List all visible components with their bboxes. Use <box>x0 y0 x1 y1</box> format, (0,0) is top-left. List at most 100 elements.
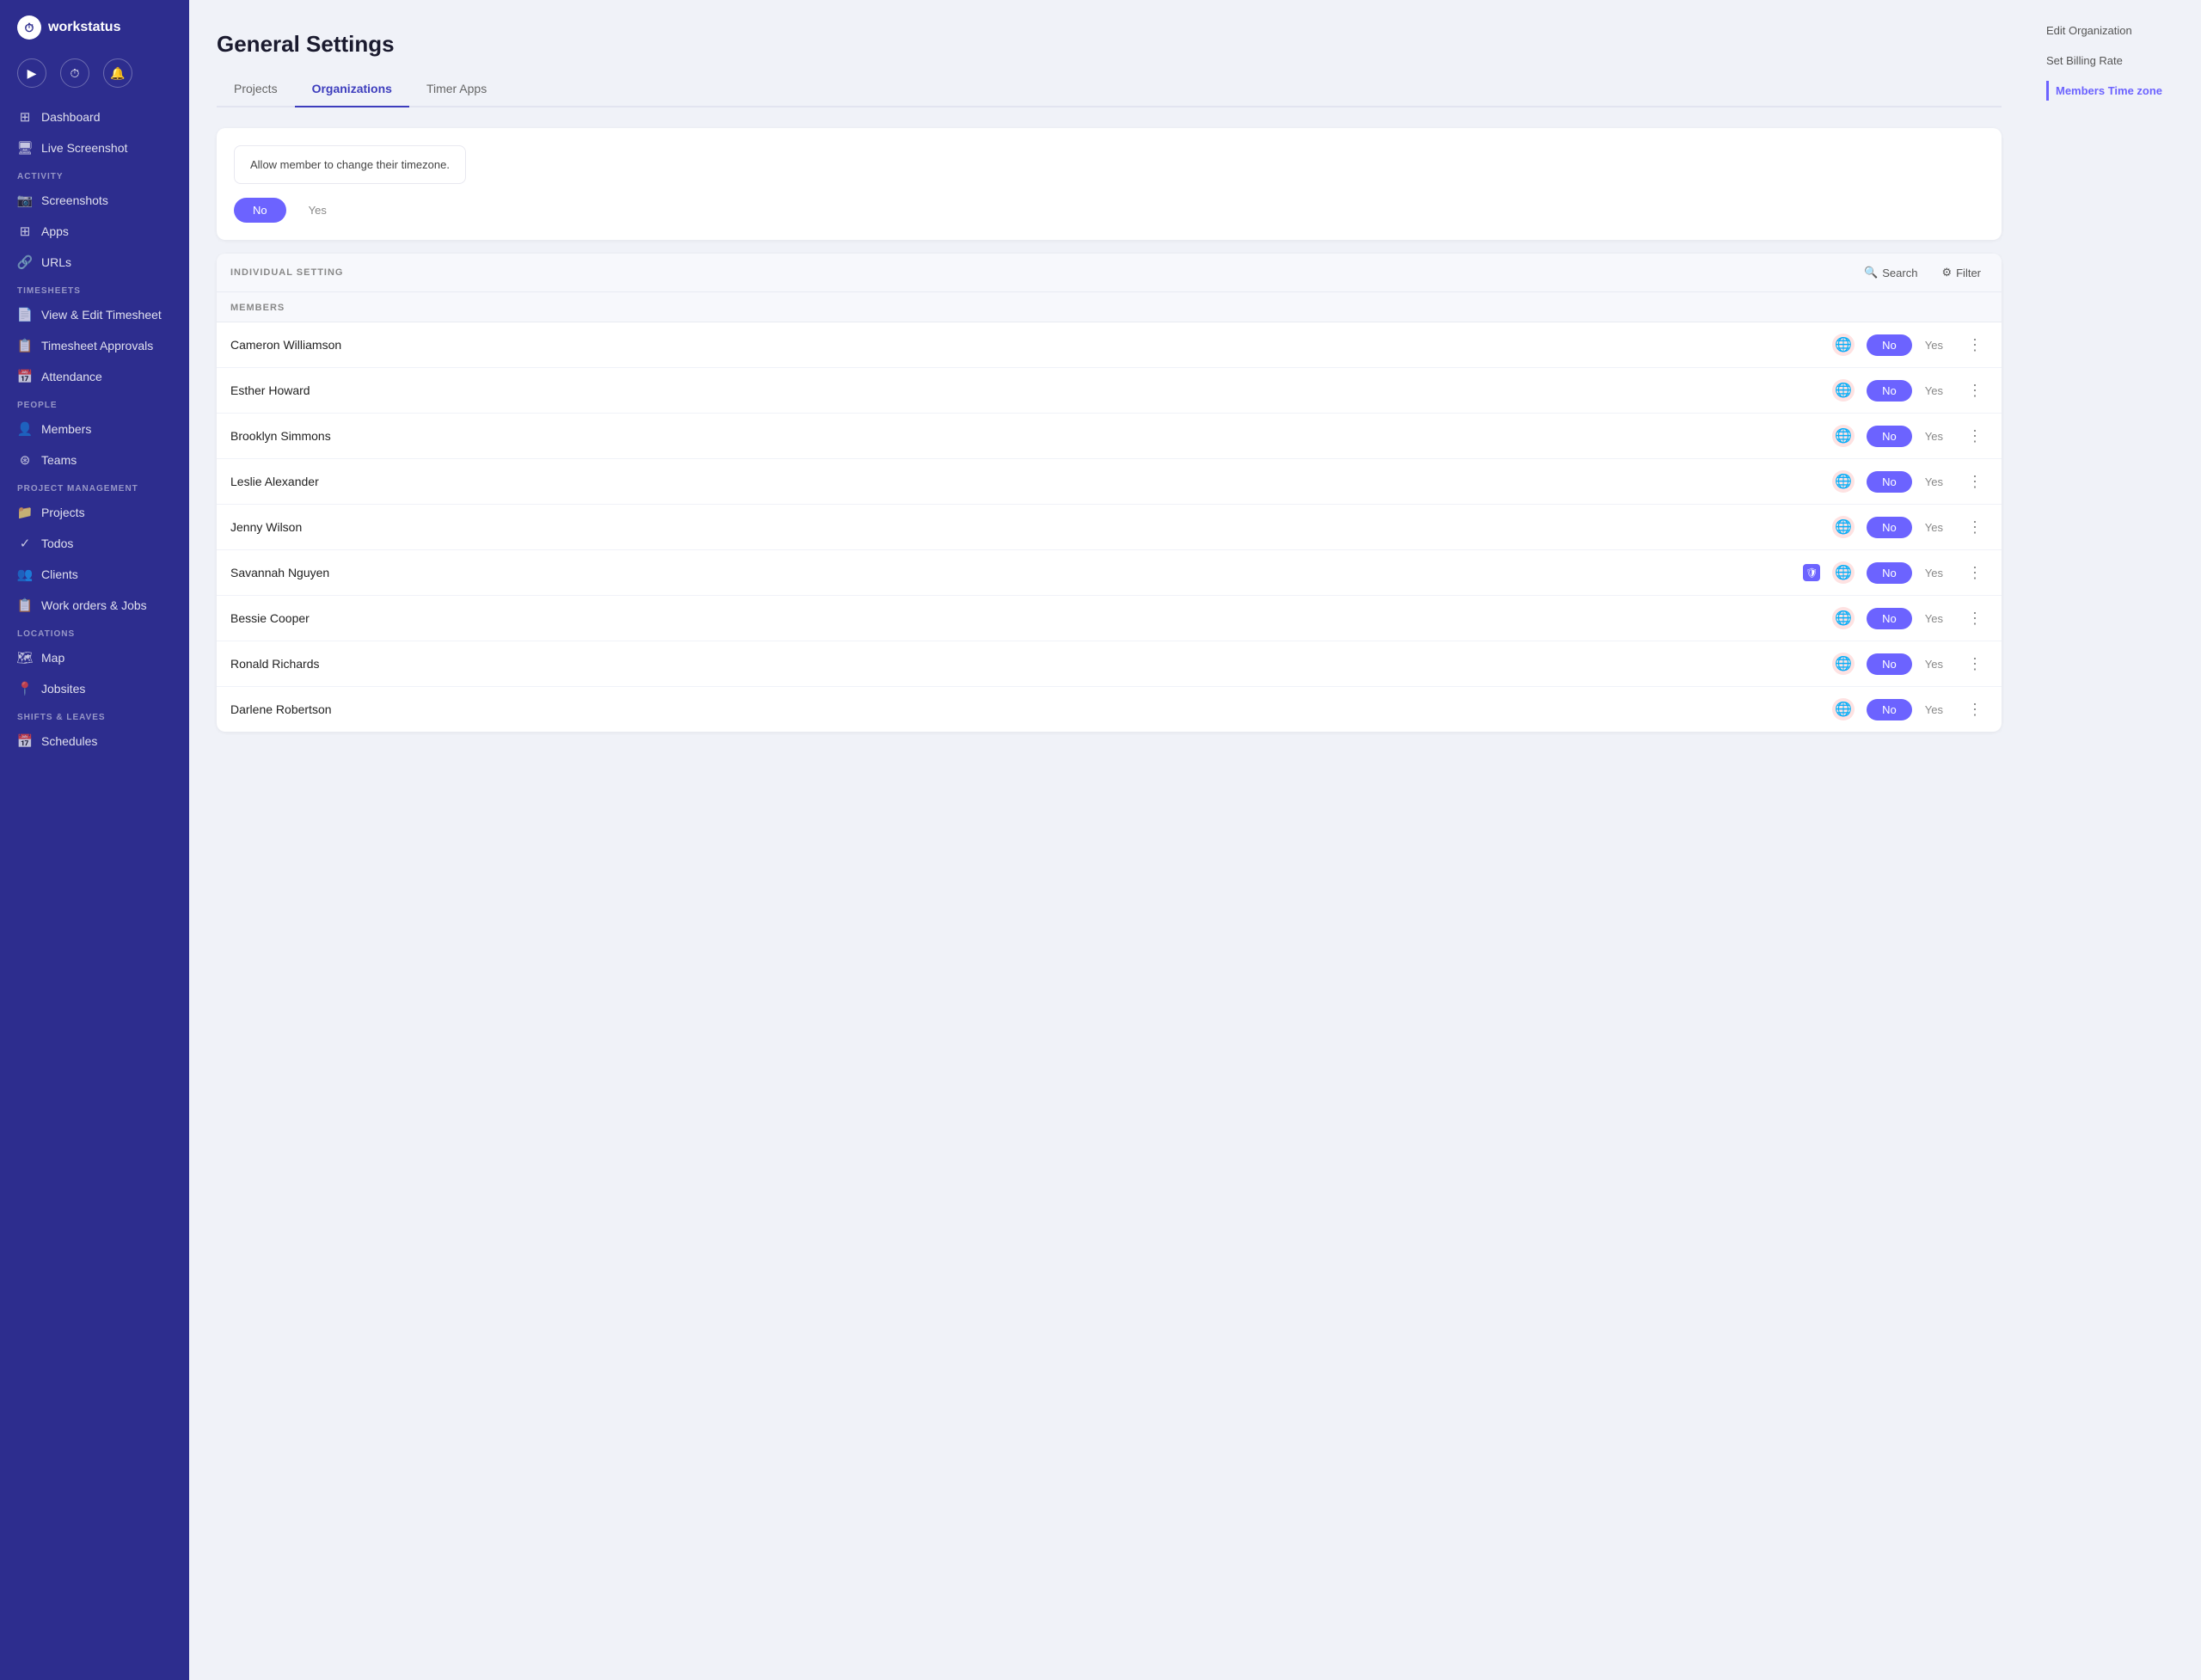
member-yes-toggle[interactable]: Yes <box>1915 699 1953 720</box>
member-toggle: No Yes <box>1867 699 1953 720</box>
tabs: Projects Organizations Timer Apps <box>217 75 2002 107</box>
sidebar-item-apps[interactable]: ⊞ Apps <box>0 216 189 247</box>
tab-organizations[interactable]: Organizations <box>295 75 409 107</box>
member-no-toggle[interactable]: No <box>1867 517 1912 538</box>
member-more-btn[interactable]: ⋮ <box>1962 471 1988 493</box>
sidebar-label-teams: Teams <box>41 453 77 467</box>
sidebar-label-apps: Apps <box>41 224 69 238</box>
member-toggle: No Yes <box>1867 517 1953 538</box>
sidebar-item-todos[interactable]: ✓ Todos <box>0 528 189 559</box>
member-more-btn[interactable]: ⋮ <box>1962 608 1988 629</box>
sidebar-item-teams[interactable]: ⊛ Teams <box>0 445 189 475</box>
member-name: Brooklyn Simmons <box>230 429 1824 443</box>
section-label-project-management: PROJECT MANAGEMENT <box>0 475 189 497</box>
sidebar: ⏱ workstatus ▶ ⏱ 🔔 ⊞ Dashboard 🖥 Live Sc… <box>0 0 189 1680</box>
sidebar-label-work-orders: Work orders & Jobs <box>41 598 147 612</box>
table-row: Jenny Wilson 🌐 No Yes ⋮ <box>217 505 2002 550</box>
sidebar-item-jobsites[interactable]: 📍 Jobsites <box>0 673 189 704</box>
member-more-btn[interactable]: ⋮ <box>1962 380 1988 402</box>
section-label-shifts-leaves: SHIFTS & LEAVES <box>0 704 189 726</box>
sidebar-label-view-edit-timesheet: View & Edit Timesheet <box>41 308 162 322</box>
member-yes-toggle[interactable]: Yes <box>1915 517 1953 538</box>
member-toggle: No Yes <box>1867 471 1953 493</box>
timesheet-approvals-icon: 📋 <box>17 338 33 353</box>
sidebar-item-work-orders[interactable]: 📋 Work orders & Jobs <box>0 590 189 621</box>
sidebar-item-live-screenshot[interactable]: 🖥 Live Screenshot <box>0 132 189 163</box>
member-yes-toggle[interactable]: Yes <box>1915 334 1953 356</box>
member-no-toggle[interactable]: No <box>1867 380 1912 402</box>
member-toggle: No Yes <box>1867 426 1953 447</box>
member-no-toggle[interactable]: No <box>1867 426 1912 447</box>
sidebar-item-attendance[interactable]: 📅 Attendance <box>0 361 189 392</box>
sidebar-item-view-edit-timesheet[interactable]: 📄 View & Edit Timesheet <box>0 299 189 330</box>
globe-icon: 🌐 <box>1832 516 1855 538</box>
app-logo: ⏱ workstatus <box>0 0 189 55</box>
member-yes-toggle[interactable]: Yes <box>1915 653 1953 675</box>
member-more-btn[interactable]: ⋮ <box>1962 653 1988 675</box>
member-more-btn[interactable]: ⋮ <box>1962 562 1988 584</box>
member-more-btn[interactable]: ⋮ <box>1962 426 1988 447</box>
sidebar-item-projects[interactable]: 📁 Projects <box>0 497 189 528</box>
globe-icon: 🌐 <box>1832 334 1855 356</box>
tab-projects[interactable]: Projects <box>217 75 295 107</box>
member-toggle: No Yes <box>1867 653 1953 675</box>
table-row: Savannah Nguyen 🛡 🌐 No Yes ⋮ <box>217 550 2002 596</box>
filter-label: Filter <box>1956 267 1981 279</box>
sidebar-item-map[interactable]: 🗺 Map <box>0 642 189 673</box>
toggle-yes-btn[interactable]: Yes <box>290 198 346 223</box>
work-orders-icon: 📋 <box>17 598 33 613</box>
schedules-icon: 📅 <box>17 733 33 749</box>
sidebar-item-schedules[interactable]: 📅 Schedules <box>0 726 189 757</box>
sidebar-item-screenshots[interactable]: 📷 Screenshots <box>0 185 189 216</box>
table-header: INDIVIDUAL SETTING 🔍 Search ⚙ Filter <box>217 254 2002 292</box>
section-label-activity: ACTIVITY <box>0 163 189 185</box>
member-no-toggle[interactable]: No <box>1867 699 1912 720</box>
sidebar-item-dashboard[interactable]: ⊞ Dashboard <box>0 101 189 132</box>
search-button[interactable]: 🔍 Search <box>1857 262 1924 283</box>
member-name: Bessie Cooper <box>230 611 1824 625</box>
bell-icon-btn[interactable]: 🔔 <box>103 58 132 88</box>
toggle-no-btn[interactable]: No <box>234 198 286 223</box>
member-yes-toggle[interactable]: Yes <box>1915 471 1953 493</box>
play-icon-btn[interactable]: ▶ <box>17 58 46 88</box>
sidebar-label-jobsites: Jobsites <box>41 682 85 696</box>
sidebar-item-clients[interactable]: 👥 Clients <box>0 559 189 590</box>
member-yes-toggle[interactable]: Yes <box>1915 562 1953 584</box>
member-yes-toggle[interactable]: Yes <box>1915 380 1953 402</box>
search-label: Search <box>1882 267 1917 279</box>
sidebar-label-urls: URLs <box>41 255 71 269</box>
sidebar-item-members[interactable]: 👤 Members <box>0 414 189 445</box>
tab-timer-apps[interactable]: Timer Apps <box>409 75 504 107</box>
right-panel: Edit Organization Set Billing Rate Membe… <box>2029 0 2201 1680</box>
member-no-toggle[interactable]: No <box>1867 334 1912 356</box>
sidebar-item-urls[interactable]: 🔗 URLs <box>0 247 189 278</box>
timezone-card: Allow member to change their timezone. N… <box>217 128 2002 240</box>
logo-icon: ⏱ <box>17 15 41 40</box>
clock-icon-btn[interactable]: ⏱ <box>60 58 89 88</box>
attendance-icon: 📅 <box>17 369 33 384</box>
member-more-btn[interactable]: ⋮ <box>1962 334 1988 356</box>
search-icon: 🔍 <box>1864 266 1878 279</box>
individual-setting-label: INDIVIDUAL SETTING <box>230 267 343 278</box>
shield-icon: 🛡 <box>1803 564 1820 581</box>
view-edit-timesheet-icon: 📄 <box>17 307 33 322</box>
member-no-toggle[interactable]: No <box>1867 653 1912 675</box>
table-row: Leslie Alexander 🌐 No Yes ⋮ <box>217 459 2002 505</box>
sidebar-item-timesheet-approvals[interactable]: 📋 Timesheet Approvals <box>0 330 189 361</box>
right-link-members-timezone[interactable]: Members Time zone <box>2046 81 2184 101</box>
jobsites-icon: 📍 <box>17 681 33 696</box>
content-area: General Settings Projects Organizations … <box>189 0 2201 1680</box>
right-link-edit-org[interactable]: Edit Organization <box>2046 21 2184 40</box>
right-link-billing-rate[interactable]: Set Billing Rate <box>2046 51 2184 71</box>
sidebar-label-live-screenshot: Live Screenshot <box>41 141 127 155</box>
globe-icon: 🌐 <box>1832 470 1855 493</box>
member-more-btn[interactable]: ⋮ <box>1962 699 1988 720</box>
member-no-toggle[interactable]: No <box>1867 471 1912 493</box>
member-more-btn[interactable]: ⋮ <box>1962 517 1988 538</box>
member-no-toggle[interactable]: No <box>1867 562 1912 584</box>
member-yes-toggle[interactable]: Yes <box>1915 608 1953 629</box>
filter-button[interactable]: ⚙ Filter <box>1934 262 1988 283</box>
member-no-toggle[interactable]: No <box>1867 608 1912 629</box>
member-yes-toggle[interactable]: Yes <box>1915 426 1953 447</box>
section-label-locations: LOCATIONS <box>0 621 189 642</box>
